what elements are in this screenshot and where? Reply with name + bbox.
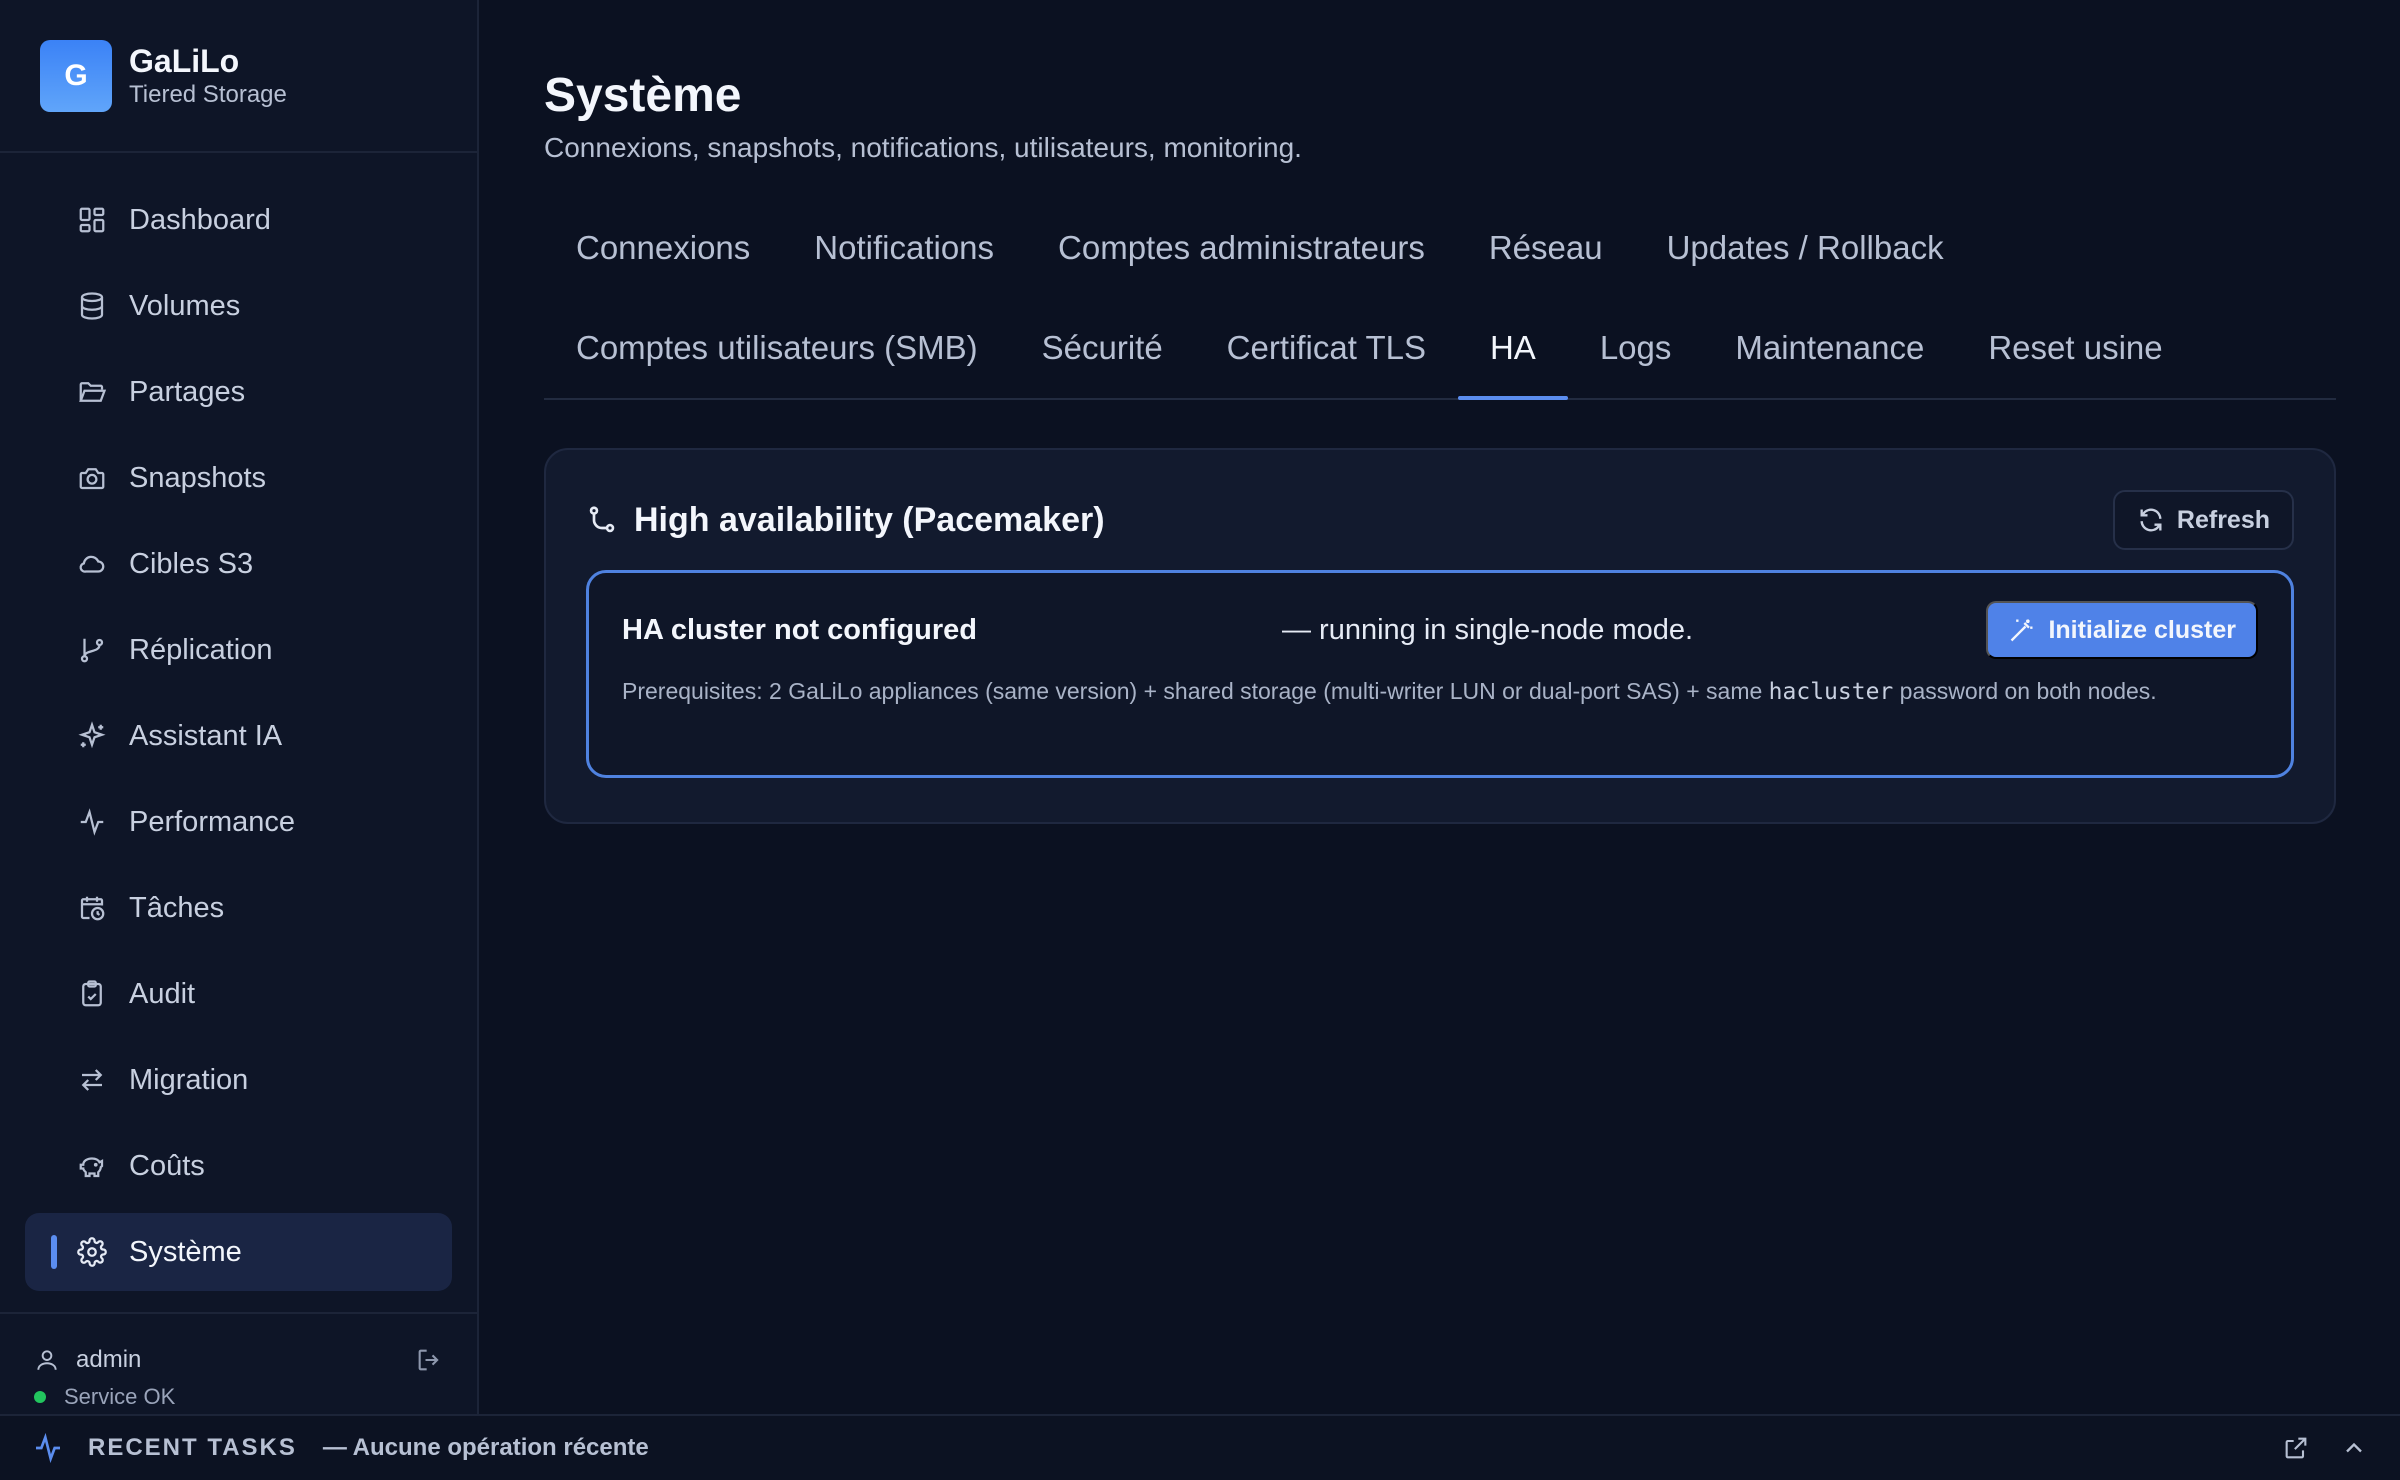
tab-row: Comptes utilisateurs (SMB) Sécurité Cert… [544, 298, 2336, 400]
gear-icon [77, 1237, 107, 1267]
logout-icon[interactable] [415, 1346, 443, 1374]
page-title: Système [544, 69, 742, 122]
prerequisites-text: Prerequisites: 2 GaLiLo appliances (same… [622, 675, 2258, 708]
sidebar-footer: admin Service OK [0, 1312, 477, 1414]
brand-logo: G [40, 39, 112, 112]
tab-ha[interactable]: HA [1457, 298, 1568, 400]
status-mode: — running in single-node mode. [1282, 613, 1694, 646]
chevron-up-icon[interactable] [2340, 1434, 2368, 1462]
sidebar-item-label: Système [129, 1235, 242, 1268]
page-subtitle: Connexions, snapshots, notifications, ut… [544, 132, 1302, 163]
tab-reseau[interactable]: Réseau [1457, 198, 1635, 298]
brand-subtitle: Tiered Storage [129, 80, 287, 108]
service-status: Service OK [0, 1374, 477, 1404]
sidebar: G GaLiLo Tiered Storage Dashboard Volume… [0, 0, 479, 1414]
card-header: High availability (Pacemaker) Refresh [586, 490, 2294, 550]
tab-securite[interactable]: Sécurité [1010, 298, 1195, 398]
tab-notifications[interactable]: Notifications [782, 198, 1026, 298]
clipboard-check-icon [77, 979, 107, 1009]
sidebar-item-taches[interactable]: Tâches [25, 869, 452, 947]
sidebar-item-performance[interactable]: Performance [25, 783, 452, 861]
external-link-icon[interactable] [2282, 1434, 2310, 1462]
sidebar-item-snapshots[interactable]: Snapshots [25, 439, 452, 517]
sidebar-item-migration[interactable]: Migration [25, 1041, 452, 1119]
refresh-button[interactable]: Refresh [2112, 490, 2294, 550]
sidebar-item-label: Performance [129, 805, 296, 838]
sidebar-nav: Dashboard Volumes Partages Snapshots Cib… [0, 153, 477, 1291]
status-title: HA cluster not configured [622, 613, 977, 646]
recent-tasks-bar[interactable]: RECENT TASKS — Aucune opération récente [0, 1414, 2400, 1480]
prereq-before: Prerequisites: 2 GaLiLo appliances (same… [622, 678, 1769, 704]
sidebar-item-systeme[interactable]: Système [25, 1213, 452, 1291]
tab-certificat-tls[interactable]: Certificat TLS [1195, 298, 1458, 398]
tab-maintenance[interactable]: Maintenance [1703, 298, 1956, 398]
piggy-bank-icon [77, 1151, 107, 1181]
ha-card: High availability (Pacemaker) Refresh HA… [544, 448, 2336, 824]
sidebar-item-label: Assistant IA [129, 719, 283, 752]
sidebar-item-label: Audit [129, 977, 196, 1010]
git-branch-icon [77, 635, 107, 665]
brand: G GaLiLo Tiered Storage [0, 0, 477, 153]
sidebar-item-couts[interactable]: Coûts [25, 1127, 452, 1205]
recent-tasks-label: RECENT TASKS [88, 1434, 297, 1461]
sidebar-item-label: Volumes [129, 289, 241, 322]
ha-status-box: HA cluster not configured — running in s… [586, 570, 2294, 778]
sidebar-item-label: Snapshots [129, 461, 267, 494]
arrows-swap-icon [77, 1065, 107, 1095]
sidebar-item-label: Dashboard [129, 203, 271, 236]
sidebar-item-label: Cibles S3 [129, 547, 254, 580]
status-top: HA cluster not configured — running in s… [622, 601, 2258, 659]
refresh-label: Refresh [2176, 505, 2270, 534]
sidebar-item-label: Coûts [129, 1149, 205, 1182]
magic-wand-icon [2011, 619, 2033, 642]
initialize-cluster-button[interactable]: Initialize cluster [1986, 601, 2258, 659]
tab-bar: Connexions Notifications Comptes adminis… [544, 198, 2336, 400]
sidebar-item-label: Partages [129, 375, 246, 408]
sparkles-icon [77, 721, 107, 751]
tab-row: Connexions Notifications Comptes adminis… [544, 198, 2336, 298]
username: admin [76, 1346, 142, 1373]
service-status-label: Service OK [64, 1384, 176, 1404]
tab-comptes-utilisateurs-smb[interactable]: Comptes utilisateurs (SMB) [544, 298, 1010, 398]
refresh-icon [2140, 508, 2162, 532]
calendar-clock-icon [77, 893, 107, 923]
sidebar-item-volumes[interactable]: Volumes [25, 267, 452, 345]
sidebar-item-label: Tâches [129, 891, 225, 924]
user-icon [37, 1350, 57, 1370]
sidebar-item-dashboard[interactable]: Dashboard [25, 181, 452, 259]
card-title: High availability (Pacemaker) [634, 500, 1105, 539]
dashboard-icon [77, 205, 107, 235]
status-dot-icon [34, 1391, 46, 1403]
sidebar-item-replication[interactable]: Réplication [25, 611, 452, 689]
brand-text: GaLiLo Tiered Storage [129, 42, 287, 110]
sidebar-item-partages[interactable]: Partages [25, 353, 452, 431]
initialize-cluster-label: Initialize cluster [2048, 615, 2236, 644]
git-merge-icon [589, 506, 615, 533]
prereq-after: password on both nodes. [1893, 678, 2157, 704]
prereq-code: hacluster [1768, 679, 1894, 705]
brand-name: GaLiLo [129, 42, 240, 79]
sidebar-item-cibles-s3[interactable]: Cibles S3 [25, 525, 452, 603]
recent-tasks-status: — Aucune opération récente [322, 1434, 649, 1461]
folder-open-icon [77, 377, 107, 407]
sidebar-item-label: Réplication [129, 633, 273, 666]
sidebar-item-assistant-ia[interactable]: Assistant IA [25, 697, 452, 775]
activity-icon [77, 807, 107, 837]
tab-comptes-administrateurs[interactable]: Comptes administrateurs [1026, 198, 1457, 298]
cloud-icon [77, 549, 107, 579]
bottom-bar-actions [2252, 1434, 2400, 1462]
sidebar-item-audit[interactable]: Audit [25, 955, 452, 1033]
tab-connexions[interactable]: Connexions [544, 198, 782, 298]
activity-icon [36, 1432, 60, 1464]
database-icon [77, 291, 107, 321]
sidebar-item-label: Migration [129, 1063, 249, 1096]
camera-icon [77, 463, 107, 493]
tab-reset-usine[interactable]: Reset usine [1956, 298, 2194, 398]
main-content: Système Connexions, snapshots, notificat… [544, 0, 2336, 824]
user-row: admin [0, 1314, 477, 1374]
tab-logs[interactable]: Logs [1568, 298, 1704, 398]
tab-updates-rollback[interactable]: Updates / Rollback [1635, 198, 1976, 298]
